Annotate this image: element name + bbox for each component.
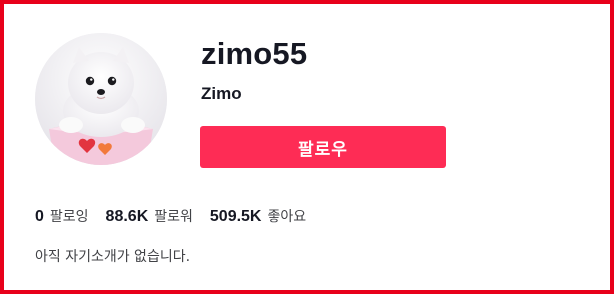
- profile-bio: 아직 자기소개가 없습니다.: [35, 249, 191, 265]
- following-label: 팔로잉: [49, 209, 89, 225]
- stat-following[interactable]: 0 팔로잉: [35, 207, 89, 227]
- likes-count: 509.5K: [209, 208, 262, 225]
- stat-likes: 509.5K 좋아요: [210, 207, 306, 227]
- profile-stats: 0 팔로잉 88.6K 팔로워 509.5K 좋아요: [35, 207, 323, 227]
- username: zimo55: [201, 36, 308, 71]
- followers-label: 팔로워: [154, 209, 193, 225]
- follow-button-label: 팔로우: [298, 139, 348, 160]
- puppy-avatar-image: [35, 33, 167, 165]
- likes-label: 좋아요: [267, 209, 307, 225]
- following-count: 0: [35, 208, 44, 225]
- follow-button[interactable]: 팔로우: [200, 126, 446, 168]
- nickname: Zimo: [201, 84, 242, 103]
- stat-followers[interactable]: 88.6K 팔로워: [106, 207, 193, 227]
- followers-count: 88.6K: [105, 208, 149, 225]
- avatar[interactable]: [35, 33, 167, 165]
- profile-card: zimo55 Zimo 팔로우 0 팔로잉 88.6K 팔로워 509.5K 좋…: [0, 0, 614, 294]
